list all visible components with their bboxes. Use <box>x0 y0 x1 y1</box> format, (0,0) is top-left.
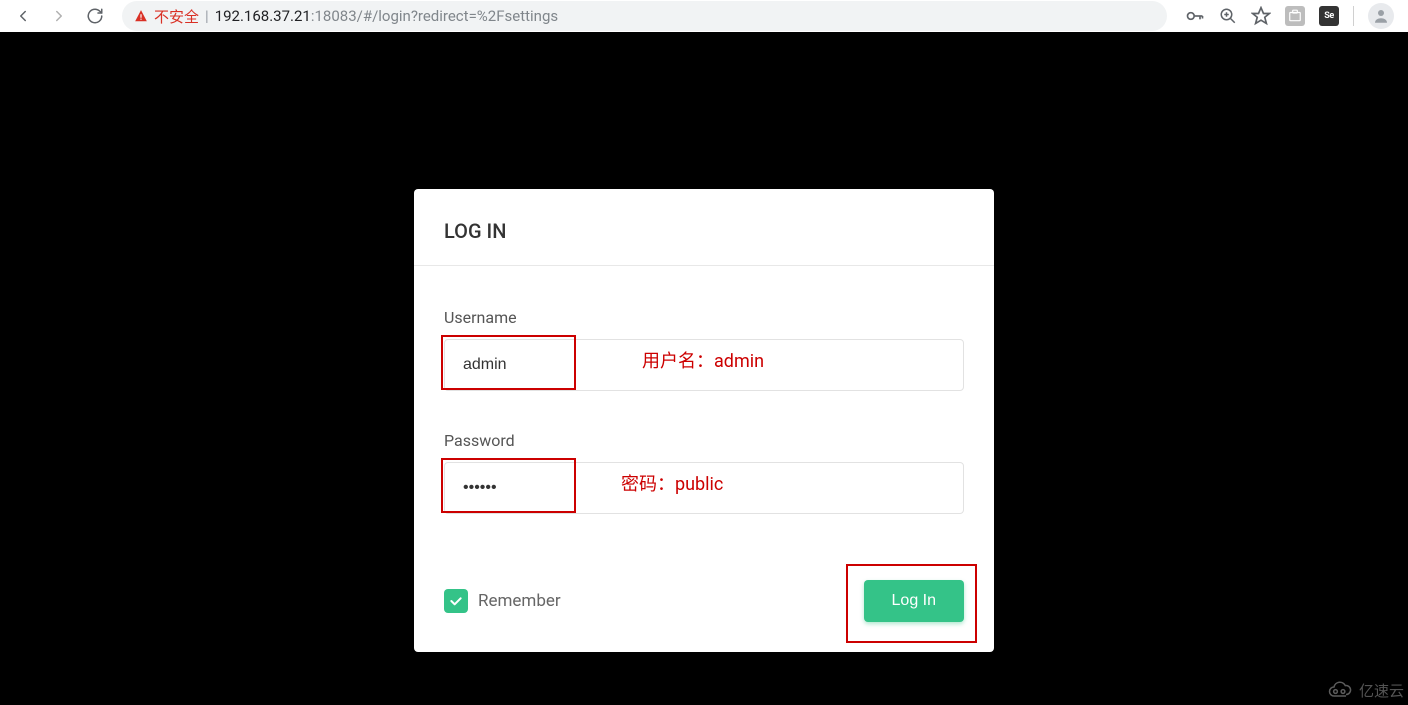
address-bar[interactable]: 不安全 | 192.168.37.21:18083/#/login?redire… <box>122 1 1167 31</box>
watermark-text: 亿速云 <box>1359 680 1404 701</box>
check-icon <box>448 593 464 609</box>
page-content: LOG IN Username 用户名：admin Password 密码：pu… <box>0 32 1408 705</box>
username-group: Username 用户名：admin <box>444 308 964 391</box>
key-icon[interactable] <box>1185 6 1205 26</box>
password-group: Password 密码：public <box>444 431 964 514</box>
warning-icon <box>134 9 148 23</box>
cloud-icon <box>1325 680 1355 700</box>
selenium-extension-icon[interactable]: Se <box>1319 6 1339 26</box>
reload-button[interactable] <box>78 1 112 31</box>
login-button[interactable]: Log In <box>864 580 964 622</box>
separator <box>1353 6 1354 26</box>
profile-avatar[interactable] <box>1368 3 1394 29</box>
toolbar-right: Se <box>1177 3 1402 29</box>
username-label: Username <box>444 308 964 327</box>
url-path: :18083/#/login?redirect=%2Fsettings <box>311 7 558 25</box>
remember-checkbox[interactable] <box>444 589 468 613</box>
remember-label: Remember <box>478 591 561 611</box>
back-button[interactable] <box>6 1 40 31</box>
forward-button[interactable] <box>42 1 76 31</box>
remember-checkbox-group[interactable]: Remember <box>444 589 561 613</box>
login-card: LOG IN Username 用户名：admin Password 密码：pu… <box>414 189 994 652</box>
url-host: 192.168.37.21 <box>215 7 311 25</box>
extension-icon-1[interactable] <box>1285 6 1305 26</box>
password-label: Password <box>444 431 964 450</box>
username-input[interactable] <box>444 339 964 391</box>
login-title: LOG IN <box>414 189 994 266</box>
bookmark-star-icon[interactable] <box>1251 6 1271 26</box>
separator: | <box>205 7 209 25</box>
browser-toolbar: 不安全 | 192.168.37.21:18083/#/login?redire… <box>0 0 1408 32</box>
watermark: 亿速云 <box>1308 675 1408 705</box>
security-text: 不安全 <box>154 6 199 27</box>
password-input[interactable] <box>444 462 964 514</box>
zoom-icon[interactable] <box>1219 7 1237 25</box>
